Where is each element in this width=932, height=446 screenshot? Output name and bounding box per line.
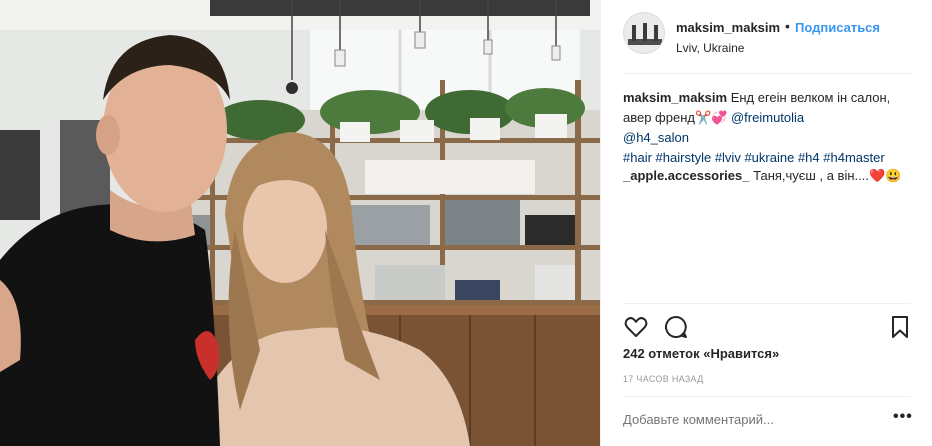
hashtag-link[interactable]: #hairstyle: [656, 150, 712, 165]
more-options-button[interactable]: •••: [893, 408, 913, 426]
comment-text: Таня,чуєш , а він....❤️😃: [753, 168, 902, 183]
avatar-image: [624, 13, 664, 53]
post-caption: maksim_maksim Енд егеін велком ін салон,…: [623, 88, 913, 168]
comment-item: _apple.accessories_ Таня,чуєш , а він...…: [623, 166, 913, 186]
post-header: maksim_maksim • Подписаться Lviv, Ukrain…: [623, 12, 913, 62]
hashtag-link[interactable]: #hair: [623, 150, 652, 165]
add-comment-input[interactable]: [623, 412, 889, 427]
comment-divider: [623, 396, 911, 397]
post-sidebar: maksim_maksim • Подписаться Lviv, Ukrain…: [600, 0, 932, 446]
post-timestamp[interactable]: 17 часов назад: [623, 374, 704, 384]
bookmark-icon[interactable]: [887, 314, 913, 340]
caption-username[interactable]: maksim_maksim: [623, 90, 727, 105]
likes-count[interactable]: 242 отметок «Нравится»: [623, 346, 779, 361]
follow-button[interactable]: Подписаться: [795, 20, 880, 35]
post-actions: [623, 314, 913, 340]
post-location[interactable]: Lviv, Ukraine: [676, 41, 744, 55]
avatar[interactable]: [623, 12, 665, 54]
heart-outline-icon[interactable]: [623, 314, 649, 340]
header-separator: •: [785, 18, 790, 34]
selfie-image: [0, 0, 600, 446]
mention-link[interactable]: @h4_salon: [623, 130, 689, 145]
comment-username[interactable]: _apple.accessories_: [623, 168, 749, 183]
mention-link[interactable]: @freimutolia: [731, 110, 804, 125]
post-photo[interactable]: [0, 0, 600, 446]
speech-bubble-icon[interactable]: [663, 314, 689, 340]
actions-divider: [623, 303, 911, 304]
hashtag-link[interactable]: #h4master: [823, 150, 884, 165]
hashtag-link[interactable]: #ukraine: [744, 150, 794, 165]
hashtag-link[interactable]: #h4: [798, 150, 820, 165]
header-divider: [623, 73, 911, 74]
post-author-username[interactable]: maksim_maksim: [676, 20, 780, 35]
hashtag-link[interactable]: #lviv: [715, 150, 741, 165]
